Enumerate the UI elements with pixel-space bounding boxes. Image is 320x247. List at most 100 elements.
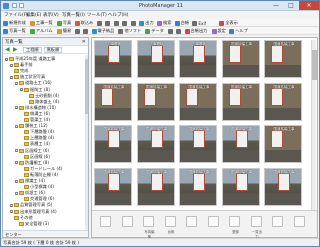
action-button[interactable]: 写真編集 [143, 216, 155, 239]
expand-icon[interactable]: - [15, 179, 18, 183]
toolbar-button[interactable]: 新規作成 [3, 20, 26, 26]
toolbar-button[interactable]: アルバム [29, 28, 53, 34]
expand-icon[interactable]: - [15, 161, 18, 165]
action-button[interactable] [186, 216, 197, 227]
photo-thumbnail[interactable]: 国道拡幅工事 [94, 167, 132, 206]
photo-thumbnail[interactable]: 国道拡幅工事 [264, 82, 302, 121]
close-icon[interactable]: ✕ [82, 39, 86, 45]
photo-thumbnail[interactable]: 工事看板 [94, 40, 132, 78]
toolbar-button[interactable]: 写真 [56, 20, 71, 26]
photo-thumbnail[interactable]: 国道拡幅工事 [179, 167, 217, 206]
toolbar-button[interactable]: 全表示 [219, 20, 238, 26]
toolbar-button[interactable]: 台帳 [174, 20, 189, 26]
quick-access-icon[interactable] [19, 3, 24, 8]
toolbar-button[interactable]: 工事一覧 [29, 20, 53, 26]
action-button[interactable] [100, 216, 111, 227]
tree-item[interactable]: 土砂掘削 (4) [25, 93, 59, 99]
photo-thumbnail[interactable]: 工事看板 [179, 40, 217, 78]
toolbar-button[interactable] [122, 20, 128, 26]
toolbar-button[interactable]: 台帳出力 [184, 28, 207, 34]
toolbar-button[interactable] [83, 28, 89, 34]
photo-thumbnail[interactable]: 工事看板 [136, 40, 175, 78]
photo-thumbnail[interactable]: 国道拡幅工事 [136, 125, 175, 163]
action-button[interactable] [121, 216, 133, 227]
toolbar-button[interactable] [96, 20, 103, 26]
expand-icon[interactable]: - [5, 57, 8, 61]
menu-help[interactable]: ヘルプ(H) [108, 12, 128, 18]
tree-item[interactable]: - 道路土工 (16) [15, 80, 52, 86]
expand-icon[interactable]: - [20, 88, 23, 92]
photo-thumbnail[interactable]: 国道拡幅工事 [221, 125, 260, 163]
photo-thumbnail[interactable]: 国道拡幅工事 [179, 82, 217, 121]
tree-item[interactable]: 区画線 (6) [20, 154, 50, 160]
scrollbar-thumb[interactable] [85, 59, 88, 114]
scrollbar-thumb[interactable] [312, 50, 317, 80]
tree-item[interactable]: 路体盛土 (4) [25, 99, 59, 105]
toolbar-button[interactable]: 電子納品 [91, 28, 114, 34]
toolbar-button[interactable]: 取込み [74, 20, 93, 26]
tree-item[interactable]: 安全管理 (3) [15, 221, 49, 227]
photo-thumbnail[interactable]: 国道拡幅工事 [221, 82, 260, 121]
toolbar-button[interactable]: 簡易 [56, 28, 71, 34]
toolbar-button[interactable]: 写真一覧 [3, 28, 26, 34]
menu-tools[interactable]: ツール(T) [87, 12, 107, 18]
toolbar-button[interactable]: データ [145, 28, 164, 34]
photo-thumbnail[interactable]: 国道拡幅工事 [136, 167, 175, 206]
toolbar-button[interactable]: ヘルプ [229, 28, 248, 34]
photo-thumbnail[interactable]: 国道拡幅工事 [264, 167, 302, 206]
toolbar-button[interactable]: 設定 [211, 28, 226, 34]
action-button[interactable] [272, 216, 283, 227]
action-button[interactable]: 登録 [229, 216, 240, 234]
menu-edit[interactable]: 編集(E) [26, 12, 41, 18]
photo-thumbnail[interactable]: 国道拡幅工事 [264, 125, 302, 163]
tree-item[interactable]: その他 [10, 215, 33, 221]
tree-item[interactable]: - 防護柵工 (8) [15, 160, 49, 166]
expand-icon[interactable]: - [15, 191, 18, 195]
close-button[interactable]: ✕ [299, 1, 319, 10]
expand-icon[interactable]: - [10, 75, 13, 79]
photo-thumbnail[interactable]: 国道拡幅工事 [136, 82, 175, 121]
minimize-button[interactable]: — [269, 1, 283, 10]
expand-icon[interactable]: - [10, 63, 13, 67]
action-button[interactable] [207, 216, 219, 227]
action-button[interactable]: 台帳 [164, 216, 176, 234]
action-button[interactable] [293, 216, 305, 227]
tree-item[interactable]: ガードレール (4) [20, 166, 62, 172]
expand-icon[interactable]: - [15, 124, 18, 128]
panel-footer[interactable]: センター [3, 230, 88, 237]
tree-scrollbar[interactable] [85, 55, 88, 231]
toolbar-button[interactable] [113, 20, 120, 26]
tree-item[interactable]: - 排水構造物 (10) [15, 105, 56, 111]
grid-scrollbar[interactable] [311, 40, 317, 210]
expand-icon[interactable]: - [15, 149, 18, 153]
toolbar-button[interactable] [130, 20, 137, 26]
tree-item[interactable]: 表層工 (4) [20, 141, 50, 147]
next-arrow-icon[interactable]: ▶ [13, 46, 20, 53]
expand-icon[interactable]: - [15, 106, 18, 110]
prev-arrow-icon[interactable]: ◀ [5, 46, 12, 53]
process-order-button[interactable]: 工程順 [23, 46, 42, 53]
tree-item[interactable]: 側溝工 (6) [20, 111, 50, 117]
tree-item[interactable]: - 掘削工 (8) [20, 87, 50, 93]
tree-item[interactable]: - 区画線工 (6) [15, 148, 49, 154]
quick-access-icon[interactable] [12, 3, 17, 8]
toolbar-button[interactable] [167, 28, 174, 34]
photo-thumbnail[interactable]: 国道拡幅工事 [94, 82, 132, 121]
board-order-button[interactable]: 黒板順 [43, 46, 63, 53]
photo-thumbnail[interactable]: 国道拡幅工事 [179, 125, 217, 163]
toolbar-button[interactable]: 検索 [157, 20, 171, 26]
photo-thumbnail[interactable]: 国道拡幅工事 [264, 40, 302, 78]
photo-thumbnail[interactable]: 国道拡幅工事 [94, 125, 132, 163]
menu-view[interactable]: 表示(V) [43, 12, 59, 18]
toolbar-button[interactable]: Exif [192, 20, 206, 26]
toolbar-button[interactable] [105, 20, 111, 26]
tree-item[interactable]: 転落防止柵 (4) [20, 172, 58, 178]
toolbar-button[interactable] [74, 28, 81, 34]
photo-thumbnail[interactable]: 国道拡幅工事 [221, 167, 260, 206]
expand-icon[interactable]: - [10, 210, 13, 214]
toolbar-button[interactable]: 出力 [139, 20, 154, 26]
action-button[interactable]: 一覧出力 [250, 216, 262, 239]
menu-photo-list[interactable]: 写真一覧(I) [62, 12, 85, 18]
photo-thumbnail[interactable]: 国道拡幅工事 [221, 40, 260, 78]
toolbar-button[interactable]: 他ソフト [118, 28, 141, 34]
